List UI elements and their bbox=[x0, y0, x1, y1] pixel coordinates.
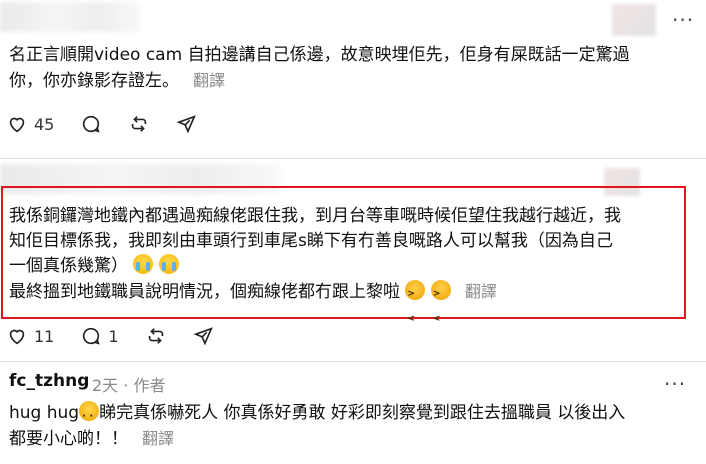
repost-button[interactable] bbox=[128, 113, 150, 135]
heart-icon bbox=[9, 117, 25, 133]
angry-emoji bbox=[405, 280, 426, 332]
blurred-avatar-right bbox=[612, 4, 656, 36]
comment-text: 我係銅鑼灣地鐵內都遇過痴線佬跟住我，到月台等車嘅時候佢望住我越行越近，我 知佢目… bbox=[9, 204, 621, 332]
comment-text: hug hug 睇完真係嚇死人 你真係好勇敢 好彩即刻察覺到跟住去搵職員 以後出入… bbox=[9, 401, 625, 452]
like-button[interactable]: 45 bbox=[6, 113, 54, 135]
comment-line: 都要小心啲！！ bbox=[9, 429, 128, 449]
comment-line: 知佢目標係我，我即刻由車頭行到車尾s睇下有冇善良嘅路人可以幫我（因為自己 bbox=[9, 231, 613, 251]
action-bar: 11 1 bbox=[6, 323, 241, 349]
comment-line: 我係銅鑼灣地鐵內都遇過痴線佬跟住我，到月台等車嘅時候佢望住我越行越近，我 bbox=[9, 206, 621, 226]
repost-button[interactable] bbox=[145, 325, 167, 347]
meta-separator: · bbox=[123, 376, 129, 395]
author-username[interactable]: fc_tzhng bbox=[9, 371, 89, 391]
like-count: 45 bbox=[34, 114, 55, 134]
blurred-author-header bbox=[0, 2, 140, 32]
divider bbox=[0, 361, 706, 362]
translate-link[interactable]: 翻譯 bbox=[193, 71, 225, 90]
share-button[interactable] bbox=[193, 325, 215, 347]
comment-line: 最終搵到地鐵職員說明情況，個痴線佬都冇跟上黎啦 bbox=[9, 282, 400, 302]
repost-icon bbox=[148, 328, 163, 344]
like-count: 11 bbox=[34, 326, 55, 346]
share-icon bbox=[193, 327, 213, 346]
comment-text: 名正言順開video cam 自拍邊講自己係邊，故意映埋佢先，佢身有屎既話一定驚… bbox=[9, 43, 630, 94]
comment-line: 一個真係幾驚） bbox=[9, 256, 128, 276]
translate-link[interactable]: 翻譯 bbox=[465, 282, 497, 301]
comment-meta: 2天 · 作者 bbox=[92, 372, 165, 396]
reply-button[interactable] bbox=[80, 113, 102, 135]
heart-icon bbox=[9, 329, 25, 345]
comment-icon bbox=[83, 115, 100, 133]
author-badge: 作者 bbox=[133, 376, 166, 395]
comment-line: hug hug bbox=[9, 403, 80, 423]
angry-emoji bbox=[430, 280, 451, 332]
reply-button[interactable]: 1 bbox=[80, 325, 119, 347]
share-icon bbox=[176, 115, 197, 134]
more-options-button[interactable]: ··· bbox=[664, 374, 686, 394]
translate-link[interactable]: 翻譯 bbox=[142, 429, 174, 448]
repost-icon bbox=[132, 116, 147, 132]
crying-emoji bbox=[133, 254, 154, 274]
crying-emoji bbox=[158, 254, 179, 274]
timestamp: 2天 bbox=[92, 376, 119, 395]
comment-line: 你，你亦錄影存證左。 bbox=[9, 71, 179, 91]
action-bar: 45 bbox=[6, 111, 224, 137]
more-options-button[interactable]: ··· bbox=[672, 10, 694, 30]
comment-line: 睇完真係嚇死人 你真係好勇敢 好彩即刻察覺到跟住去搵職員 以後出入 bbox=[99, 403, 626, 423]
like-button[interactable]: 11 bbox=[6, 325, 54, 347]
reply-count: 1 bbox=[108, 326, 119, 346]
share-button[interactable] bbox=[176, 113, 198, 135]
comment-line: 名正言順開video cam 自拍邊講自己係邊，故意映埋佢先，佢身有屎既話一定驚… bbox=[9, 45, 630, 65]
comment-icon bbox=[83, 327, 100, 345]
sad-emoji bbox=[79, 401, 100, 429]
divider bbox=[0, 158, 706, 159]
